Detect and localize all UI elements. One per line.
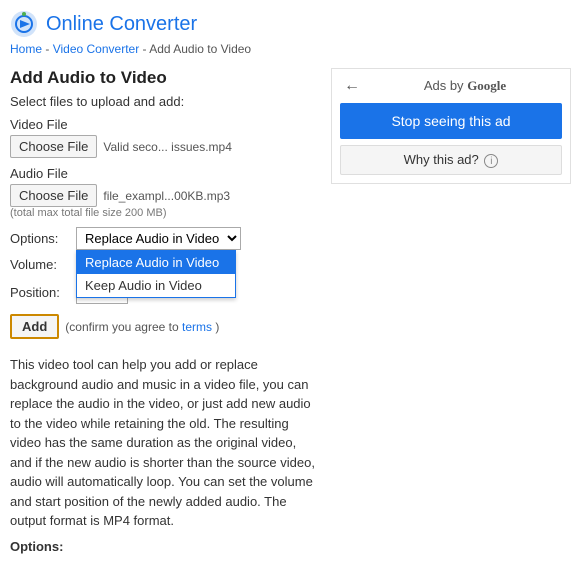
audio-file-content: Choose File file_exampl...00KB.mp3: [10, 184, 321, 207]
right-panel: ← Ads by Google Stop seeing this ad Why …: [331, 68, 571, 554]
volume-label: Volume:: [10, 257, 70, 272]
stop-ad-button[interactable]: Stop seeing this ad: [340, 103, 562, 139]
options-heading: Options:: [10, 539, 321, 554]
ads-by-text: Ads by Google: [368, 78, 562, 94]
options-dropdown-container: Replace Audio in Video Keep Audio in Vid…: [76, 227, 241, 250]
why-ad-button[interactable]: Why this ad? i: [340, 145, 562, 175]
app-icon: [10, 10, 38, 38]
why-ad-label: Why this ad?: [404, 152, 479, 167]
dropdown-item-replace[interactable]: Replace Audio in Video: [77, 251, 235, 274]
breadcrumb: Home - Video Converter - Add Audio to Vi…: [10, 42, 571, 56]
options-dropdown-menu: Replace Audio in Video Keep Audio in Vid…: [76, 250, 236, 298]
audio-file-label: Audio File: [10, 166, 321, 181]
options-row: Options: Replace Audio in Video Keep Aud…: [10, 227, 321, 250]
ads-google-label: Google: [467, 78, 506, 93]
ads-back-button[interactable]: ←: [340, 77, 364, 95]
video-file-info: Valid seco... issues.mp4: [103, 140, 232, 154]
add-button[interactable]: Add: [10, 314, 59, 339]
confirm-text: (confirm you agree to terms ): [65, 320, 219, 334]
video-file-row: Video File Choose File Valid seco... iss…: [10, 117, 321, 158]
ads-panel: ← Ads by Google Stop seeing this ad Why …: [331, 68, 571, 184]
options-select[interactable]: Replace Audio in Video Keep Audio in Vid…: [76, 227, 241, 250]
audio-file-info: file_exampl...00KB.mp3: [103, 189, 230, 203]
options-label: Options:: [10, 231, 70, 246]
breadcrumb-home[interactable]: Home: [10, 42, 42, 56]
left-panel: Add Audio to Video Select files to uploa…: [10, 68, 321, 554]
confirm-text-after: ): [215, 320, 219, 334]
breadcrumb-current: Add Audio to Video: [149, 42, 251, 56]
confirm-text-before: (confirm you agree to: [65, 320, 178, 334]
position-label: Position:: [10, 285, 70, 300]
file-size-hint: (total max total file size 200 MB): [10, 207, 321, 219]
main-layout: Add Audio to Video Select files to uploa…: [10, 68, 571, 554]
video-choose-file-button[interactable]: Choose File: [10, 135, 97, 158]
terms-link[interactable]: terms: [182, 320, 212, 334]
audio-file-row: Audio File Choose File file_exampl...00K…: [10, 166, 321, 219]
breadcrumb-video-converter[interactable]: Video Converter: [53, 42, 140, 56]
dropdown-item-keep[interactable]: Keep Audio in Video: [77, 274, 235, 297]
video-file-content: Choose File Valid seco... issues.mp4: [10, 135, 321, 158]
info-icon: i: [484, 154, 498, 168]
add-row: Add (confirm you agree to terms ): [10, 314, 321, 339]
description-text: This video tool can help you add or repl…: [10, 355, 321, 531]
app-title: Online Converter: [46, 13, 197, 36]
page-title: Add Audio to Video: [10, 68, 321, 88]
breadcrumb-sep1: -: [45, 42, 52, 56]
select-label: Select files to upload and add:: [10, 94, 321, 109]
audio-choose-file-button[interactable]: Choose File: [10, 184, 97, 207]
ads-header: ← Ads by Google: [340, 77, 562, 95]
header: Online Converter: [10, 10, 571, 38]
video-file-label: Video File: [10, 117, 321, 132]
ads-by-label: Ads by: [424, 78, 464, 93]
